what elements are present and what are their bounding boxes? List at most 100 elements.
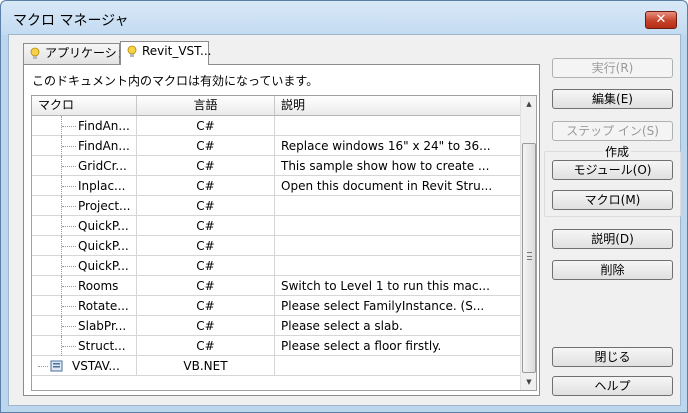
macro-name: VSTAV... — [72, 359, 120, 373]
macro-description: This sample show how to create ... — [281, 159, 490, 173]
column-header-macro[interactable]: マクロ — [32, 96, 137, 115]
macro-grid: マクロ 言語 説明 FindAn... C# FindAn... C# Replace … — [31, 95, 537, 391]
macro-language: C# — [137, 316, 275, 336]
macro-language: C# — [137, 136, 275, 156]
macro-name-cell[interactable]: QuickP... — [32, 236, 137, 256]
dialog-body: アプリケーション Revit_VST... このドキュメント内のマクロは有効にな… — [8, 34, 681, 406]
table-row[interactable]: Inplac... C# Open this document in Revit S… — [32, 176, 522, 196]
macro-name-cell[interactable]: FindAn... — [32, 136, 137, 156]
close-window-button[interactable]: ✕ — [645, 11, 677, 29]
macro-language: C# — [137, 296, 275, 316]
window-title: マクロ マネージャ — [13, 13, 129, 29]
macro-description: Please select a floor firstly. — [281, 339, 442, 353]
macro-name: GridCr... — [78, 159, 127, 173]
macro-name-cell[interactable]: FindAn... — [32, 116, 137, 136]
macro-language: C# — [137, 236, 275, 256]
macro-name-cell[interactable]: VSTAV... — [32, 356, 137, 376]
table-row[interactable]: QuickP... C# — [32, 256, 522, 276]
column-header-description[interactable]: 説明 — [275, 96, 522, 115]
table-row[interactable]: VSTAV... VB.NET — [32, 356, 522, 376]
grip-icon — [527, 252, 532, 260]
table-row[interactable]: Project... C# — [32, 196, 522, 216]
table-row[interactable]: Rooms C# Switch to Level 1 to run this mac… — [32, 276, 522, 296]
table-row[interactable]: SlabPr... C# Please select a slab. — [32, 316, 522, 336]
grid-header: マクロ 言語 説明 — [32, 96, 522, 116]
tree-connector — [38, 366, 48, 367]
macro-name-cell[interactable]: GridCr... — [32, 156, 137, 176]
lightbulb-icon — [127, 45, 137, 57]
macro-description: Switch to Level 1 to run this mac... — [281, 279, 490, 293]
macro-description — [275, 196, 522, 216]
macro-button[interactable]: マクロ(M) — [552, 190, 673, 210]
macro-name: QuickP... — [78, 259, 129, 273]
tab-application[interactable]: アプリケーション — [23, 43, 141, 64]
macro-language: C# — [137, 116, 275, 136]
table-row[interactable]: QuickP... C# — [32, 236, 522, 256]
scroll-up-arrow-icon[interactable]: ▲ — [521, 96, 536, 112]
macro-name-cell[interactable]: Rooms — [32, 276, 137, 296]
tree-connector — [62, 146, 76, 147]
macro-name: Rooms — [78, 279, 119, 293]
tree-connector — [62, 226, 76, 227]
tree-connector — [62, 186, 76, 187]
scroll-thumb[interactable] — [522, 143, 536, 373]
macro-language: C# — [137, 216, 275, 236]
macro-language: C# — [137, 256, 275, 276]
vertical-scrollbar[interactable]: ▲ ▼ — [520, 96, 536, 390]
table-row[interactable]: FindAn... C# — [32, 116, 522, 136]
macro-description — [275, 116, 522, 136]
macro-language: C# — [137, 276, 275, 296]
macro-manager-window: マクロ マネージャ ✕ アプリケーション Revit_VST... このドキュメ… — [0, 0, 688, 413]
close-button[interactable]: 閉じる — [552, 347, 673, 367]
table-row[interactable]: QuickP... C# — [32, 216, 522, 236]
macro-name: Struct... — [78, 339, 126, 353]
tree-connector — [62, 206, 76, 207]
macro-name-cell[interactable]: Project... — [32, 196, 137, 216]
table-row[interactable]: Struct... C# Please select a floor firstly… — [32, 336, 522, 356]
lightbulb-icon — [30, 47, 40, 59]
macro-name: FindAn... — [78, 119, 130, 133]
macro-language: C# — [137, 336, 275, 356]
tab-label: Revit_VST... — [142, 44, 212, 58]
macro-language: C# — [137, 176, 275, 196]
tab-revit-vst[interactable]: Revit_VST... — [120, 41, 212, 65]
table-row[interactable]: GridCr... C# This sample show how to creat… — [32, 156, 522, 176]
macro-description — [275, 236, 522, 256]
macro-description — [275, 216, 522, 236]
macro-name: Rotate... — [78, 299, 129, 313]
tree-connector — [62, 286, 76, 287]
scroll-down-arrow-icon[interactable]: ▼ — [521, 374, 536, 390]
macro-language: C# — [137, 156, 275, 176]
macro-name-cell[interactable]: QuickP... — [32, 216, 137, 236]
macro-name: QuickP... — [78, 239, 129, 253]
table-row[interactable]: Rotate... C# Please select FamilyInstance.… — [32, 296, 522, 316]
macro-language: C# — [137, 196, 275, 216]
macro-name-cell[interactable]: Struct... — [32, 336, 137, 356]
macro-name-cell[interactable]: SlabPr... — [32, 316, 137, 336]
tree-connector — [62, 126, 76, 127]
macro-name-cell[interactable]: Rotate... — [32, 296, 137, 316]
description-button[interactable]: 説明(D) — [552, 229, 673, 249]
macro-name-cell[interactable]: QuickP... — [32, 256, 137, 276]
macro-name: Project... — [78, 199, 131, 213]
macro-name: FindAn... — [78, 139, 130, 153]
create-group-label: 作成 — [603, 143, 632, 160]
title-bar[interactable]: マクロ マネージャ ✕ — [1, 1, 687, 35]
step-into-button[interactable]: ステップ イン(S) — [552, 121, 673, 141]
macro-name: SlabPr... — [78, 319, 127, 333]
help-button[interactable]: ヘルプ — [552, 376, 673, 396]
column-header-language[interactable]: 言語 — [137, 96, 275, 115]
delete-button[interactable]: 削除 — [552, 260, 673, 280]
macro-name: Inplac... — [78, 179, 126, 193]
macro-description: Please select a slab. — [281, 319, 403, 333]
tree-connector — [62, 246, 76, 247]
tree-connector — [62, 166, 76, 167]
close-icon: ✕ — [655, 12, 667, 27]
run-button[interactable]: 実行(R) — [552, 58, 673, 78]
macro-name-cell[interactable]: Inplac... — [32, 176, 137, 196]
macro-description: Replace windows 16" x 24" to 36... — [281, 139, 491, 153]
table-row[interactable]: FindAn... C# Replace windows 16" x 24" to … — [32, 136, 522, 156]
edit-button[interactable]: 編集(E) — [552, 89, 673, 109]
macro-description: Open this document in Revit Stru... — [281, 179, 493, 193]
module-button[interactable]: モジュール(O) — [552, 160, 673, 180]
